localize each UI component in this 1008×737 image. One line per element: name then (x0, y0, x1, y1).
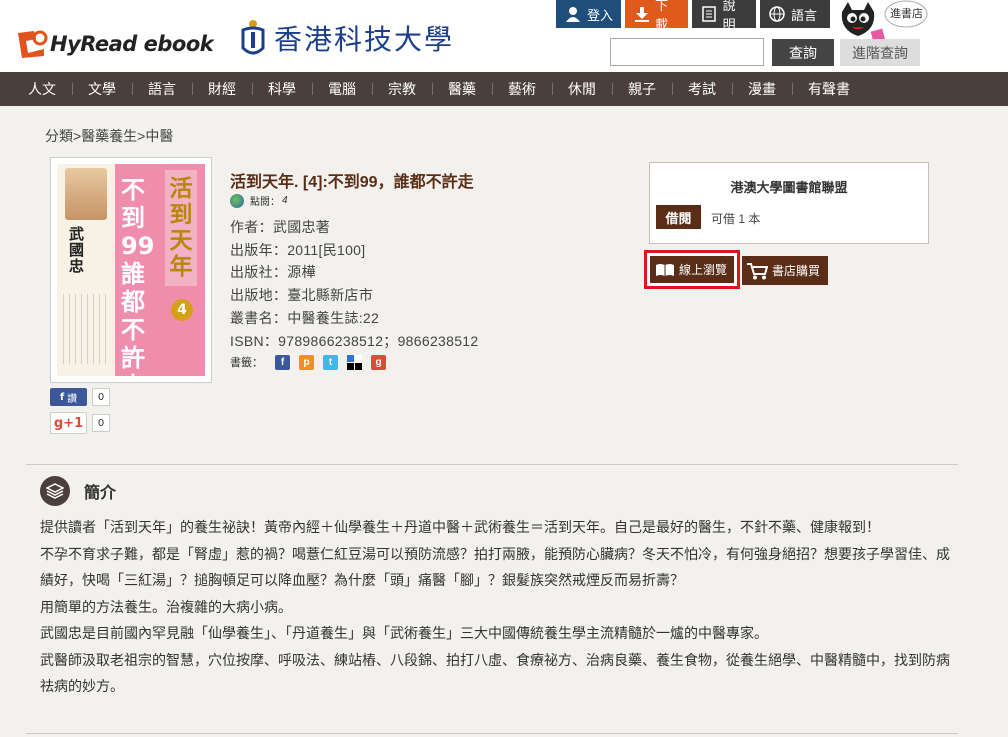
login-button[interactable]: 登入 (556, 0, 621, 28)
nav-item-medicine[interactable]: 醫藥 (432, 72, 492, 106)
nav-item-parenting[interactable]: 親子 (612, 72, 672, 106)
read-online-button[interactable]: 線上瀏覽 (644, 250, 740, 289)
help-button[interactable]: 說明 (692, 0, 756, 32)
download-icon (633, 5, 650, 23)
stack-icon (40, 476, 70, 506)
book-cover[interactable]: 武國忠 不到99誰都不許走 活到天年 4 (50, 157, 212, 383)
read-online-inner: 線上瀏覽 (650, 256, 734, 283)
library-box: 港澳大學圖書館聯盟 借閱 可借 1 本 (649, 162, 929, 244)
nav-item-comics[interactable]: 漫畫 (732, 72, 792, 106)
book-publisher: 出版社：源樺 (230, 264, 316, 280)
cover-title: 活到天年 (165, 170, 197, 286)
intro-body: 提供讀者「活到天年」的養生祕訣！黃帝內經＋仙學養生＋丹道中醫＋武術養生＝活到天年… (40, 514, 950, 700)
bookmark-share: 書籤： f p t g (230, 354, 386, 370)
facebook-like-label: 讚 (67, 393, 78, 405)
facebook-icon[interactable]: f (275, 354, 290, 370)
breadcrumb[interactable]: 分類>醫藥養生>中醫 (45, 126, 173, 146)
nav-item-audiobook[interactable]: 有聲書 (792, 72, 866, 106)
library-name: 港澳大學圖書館聯盟 (730, 180, 848, 195)
university-name: 香港科技大學 (274, 23, 455, 56)
open-book-icon (655, 263, 675, 277)
mascot-label: 進書店 (890, 8, 923, 20)
hits-value: 4 (282, 195, 288, 206)
book-year: 出版年：2011[民100] (230, 242, 366, 258)
document-icon (700, 5, 718, 23)
cover-volume-badge: 4 (171, 299, 193, 321)
user-icon (564, 5, 582, 23)
google-plus-button[interactable]: g+1 (50, 412, 87, 434)
hyread-e-icon (14, 29, 48, 59)
google-plus-count: 0 (92, 414, 110, 432)
globe-icon (768, 5, 786, 23)
advanced-search-button[interactable]: 進階查詢 (840, 39, 920, 66)
bookstore-mascot[interactable]: 進書店 (838, 0, 928, 44)
globe-icon (230, 193, 244, 208)
nav-item-exam[interactable]: 考試 (672, 72, 732, 106)
hyread-logo-text: HyRead ebook (50, 32, 214, 56)
help-label: 說明 (722, 0, 736, 32)
cover-author-name: 武國忠 (69, 225, 85, 275)
intro-paragraph: 武國忠是目前國內罕見融「仙學養生」、「丹道養生」與「武術養生」三大中國傳統養生學… (40, 625, 768, 641)
nav-item-leisure[interactable]: 休閒 (552, 72, 612, 106)
author-photo (65, 168, 107, 220)
login-label: 登入 (587, 7, 614, 23)
intro-paragraph: 不孕不育求子難，都是「腎虛」惹的禍？喝薏仁紅豆湯可以預防流感？拍打兩腋，能預防心… (40, 545, 950, 589)
category-nav: 人文 文學 語言 財經 科學 電腦 宗教 醫藥 藝術 休閒 親子 考試 漫畫 有… (0, 72, 1008, 106)
nav-item-humanities[interactable]: 人文 (12, 72, 72, 106)
bookmark-label: 書籤： (230, 357, 263, 369)
top-toolbar: 登入 下載 說明 語言 (556, 0, 834, 32)
book-title: 活到天年. [4]:不到99，誰都不許走 (230, 174, 474, 191)
search-button[interactable]: 查詢 (772, 39, 834, 66)
book-isbn: ISBN：9789866238512；9866238512 (230, 333, 479, 349)
buy-button[interactable]: 書店購買 (742, 256, 828, 285)
google-plus-icon[interactable]: g (371, 354, 386, 370)
book-author: 作者：武國忠著 (230, 219, 331, 235)
intro-paragraph: 用簡單的方法養生。治複雜的大病小病。 (40, 598, 292, 615)
search-input[interactable] (610, 38, 764, 66)
facebook-icon: f (59, 391, 65, 403)
facebook-like: f 讚 0 (50, 388, 110, 406)
university-logo[interactable]: 香港科技大學 (240, 18, 454, 58)
nav-item-science[interactable]: 科學 (252, 72, 312, 106)
download-label: 下載 (655, 0, 669, 32)
hit-count: 點閱： 4 (230, 193, 288, 208)
facebook-like-button[interactable]: f 讚 (50, 388, 87, 406)
nav-item-computer[interactable]: 電腦 (312, 72, 372, 106)
delicious-icon[interactable] (347, 354, 362, 370)
book-place: 出版地：臺北縣新店市 (230, 287, 373, 303)
language-button[interactable]: 語言 (760, 0, 830, 28)
download-button[interactable]: 下載 (625, 0, 688, 32)
hyread-logo[interactable]: HyRead ebook (14, 26, 214, 62)
nav-item-religion[interactable]: 宗教 (372, 72, 432, 106)
book-cover-art: 武國忠 不到99誰都不許走 活到天年 4 (57, 164, 205, 376)
nav-item-language[interactable]: 語言 (132, 72, 192, 106)
twitter-icon[interactable]: t (323, 354, 338, 370)
availability-text: 可借 1 本 (711, 212, 761, 226)
intro-header: 簡介 (40, 476, 116, 506)
buy-label: 書店購買 (772, 264, 821, 278)
cover-subtitle: 不到99誰都不許走 (121, 176, 155, 376)
borrow-button[interactable]: 借閱 (656, 205, 701, 229)
google-plus: g+1 0 (50, 412, 110, 434)
section-divider (26, 464, 958, 465)
hits-label: 點閱： (250, 197, 280, 208)
nav-item-finance[interactable]: 財經 (192, 72, 252, 106)
cart-icon (746, 262, 768, 280)
nav-item-arts[interactable]: 藝術 (492, 72, 552, 106)
read-online-label: 線上瀏覽 (679, 263, 728, 277)
university-emblem-icon (240, 18, 266, 58)
intro-paragraph: 提供讀者「活到天年」的養生祕訣！黃帝內經＋仙學養生＋丹道中醫＋武術養生＝活到天年… (40, 519, 880, 535)
section-divider (26, 733, 958, 734)
cover-left-panel: 武國忠 (57, 164, 115, 376)
facebook-like-count: 0 (92, 388, 110, 406)
book-series: 叢書名：中醫養生誌:22 (230, 310, 380, 326)
plurk-icon[interactable]: p (299, 354, 314, 370)
nav-item-literature[interactable]: 文學 (72, 72, 132, 106)
header: HyRead ebook 香港科技大學 登入 下載 說明 語言 進書店 查詢 進… (0, 0, 1008, 72)
intro-title: 簡介 (84, 485, 117, 502)
cover-text-lines (63, 294, 111, 364)
cover-right-panel: 不到99誰都不許走 活到天年 4 (115, 164, 205, 376)
intro-paragraph: 武醫師汲取老祖宗的智慧，穴位按摩、呼吸法、練站樁、八段錦、拍打八虛、食療祕方、治… (40, 651, 950, 695)
language-label: 語言 (791, 7, 818, 23)
